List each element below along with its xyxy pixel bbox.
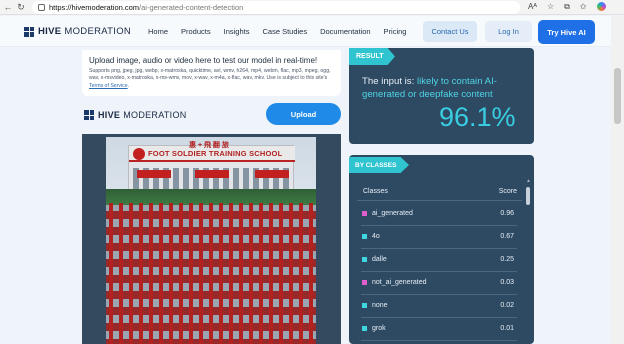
class-name: grok: [372, 325, 386, 332]
upload-logo-moderation: MODERATION: [123, 110, 187, 120]
log-in-button[interactable]: Log In: [485, 21, 532, 42]
nav-home[interactable]: Home: [148, 27, 168, 36]
upload-button[interactable]: Upload: [266, 103, 341, 125]
classes-column-header: Classes: [363, 188, 388, 195]
class-name: none: [372, 302, 388, 309]
favorites-icon[interactable]: ☆: [547, 2, 554, 12]
class-score: 0.01: [500, 325, 514, 332]
score-column-header: Score: [498, 188, 517, 195]
url-path: /ai-generated-content-detection: [139, 3, 244, 12]
refresh-icon[interactable]: ↻: [16, 2, 26, 13]
class-score: 0.67: [500, 233, 514, 240]
hive-logo-icon: [84, 110, 94, 120]
divider: [357, 200, 522, 201]
browser-toolbar: ← ↻ https://hivemoderation.com/ai-genera…: [0, 0, 624, 15]
result-tag: RESULT: [349, 48, 395, 65]
scroll-up-icon[interactable]: ▲: [526, 178, 531, 184]
lock-icon: [38, 4, 45, 11]
nav-case-studies[interactable]: Case Studies: [262, 27, 307, 36]
try-hive-ai-button[interactable]: Try Hive AI: [538, 20, 595, 44]
red-banner: [137, 170, 171, 178]
class-row: grok 0.01: [361, 318, 517, 341]
copilot-icon[interactable]: [596, 2, 606, 11]
formats-text: Supports png, jpeg, jpg, webp, x-matrosk…: [89, 68, 331, 82]
class-score: 0.02: [500, 302, 514, 309]
scrollbar-thumb[interactable]: [526, 187, 530, 205]
classes-header: Classes Score: [363, 188, 517, 195]
upload-logo-hive: HIVE: [98, 110, 121, 120]
upload-title: Upload image, audio or video here to tes…: [89, 56, 318, 65]
class-color-swatch: [362, 303, 367, 308]
result-prefix: The input is:: [362, 76, 417, 87]
page-scrollbar-thumb[interactable]: [614, 68, 621, 124]
class-row: dalle 0.25: [361, 249, 517, 272]
by-classes-tag: BY CLASSES: [349, 157, 409, 173]
logo-moderation-text: MODERATION: [64, 26, 132, 37]
collections-icon[interactable]: ⧉: [564, 2, 570, 12]
soldier-formation: [106, 203, 316, 344]
class-row: 4o 0.67: [361, 226, 517, 249]
class-row: not_ai_generated 0.03: [361, 272, 517, 295]
favorites-bar-icon[interactable]: ✩: [580, 2, 587, 12]
class-name: ai_generated: [372, 210, 413, 217]
url-domain: https://hivemoderation.com: [49, 3, 140, 12]
classes-scrollbar[interactable]: ▲: [525, 178, 531, 344]
nav-documentation[interactable]: Documentation: [320, 27, 370, 36]
supported-formats: Supports png, jpeg, jpg, webp, x-matrosk…: [89, 68, 334, 90]
hive-logo[interactable]: HIVE MODERATION: [24, 26, 131, 37]
formats-end: .: [127, 82, 130, 89]
class-name: 4o: [372, 233, 380, 240]
class-row: ai_generated 0.96: [361, 203, 517, 226]
emblem-icon: [133, 148, 145, 160]
class-color-swatch: [362, 211, 367, 216]
page-scrollbar[interactable]: [611, 16, 624, 344]
class-color-swatch: [362, 234, 367, 239]
class-color-swatch: [362, 257, 367, 262]
contact-us-button[interactable]: Contact Us: [423, 21, 477, 42]
result-score: 96.1%: [439, 102, 516, 132]
class-score: 0.03: [500, 279, 514, 286]
class-score: 0.25: [500, 256, 514, 263]
back-icon[interactable]: ←: [3, 2, 13, 12]
main-nav: Home Products Insights Case Studies Docu…: [148, 27, 419, 36]
school-sign: FOOT SOLDIER TRAINING SCHOOL: [148, 149, 283, 158]
nav-insights[interactable]: Insights: [224, 27, 250, 36]
classes-card: BY CLASSES Classes Score ai_generated 0.…: [349, 155, 534, 344]
class-color-swatch: [362, 280, 367, 285]
address-bar[interactable]: https://hivemoderation.com/ai-generated-…: [32, 1, 520, 14]
class-name: dalle: [372, 256, 387, 263]
hive-moderation-logo: HIVE MODERATION: [84, 110, 187, 120]
logo-hive-text: HIVE: [38, 26, 62, 37]
class-row: none 0.02: [361, 295, 517, 318]
nav-pricing[interactable]: Pricing: [384, 27, 407, 36]
red-banner: [195, 170, 229, 178]
terms-of-service-link[interactable]: Terms of Service: [89, 83, 128, 89]
class-name: not_ai_generated: [372, 279, 427, 286]
result-verdict: The input is: likely to contain AI-gener…: [362, 76, 530, 102]
red-banner: [255, 170, 289, 178]
class-score: 0.96: [500, 210, 514, 217]
uploaded-image: 惠 + 飛 翻 旅 FOOT SOLDIER TRAINING SCHOOL: [106, 137, 316, 344]
nav-products[interactable]: Products: [181, 27, 211, 36]
read-aloud-icon[interactable]: Aᴬ: [528, 2, 537, 12]
class-color-swatch: [362, 326, 367, 331]
hive-logo-icon: [24, 26, 34, 37]
upload-dropzone[interactable]: Upload image, audio or video here to tes…: [82, 50, 341, 96]
